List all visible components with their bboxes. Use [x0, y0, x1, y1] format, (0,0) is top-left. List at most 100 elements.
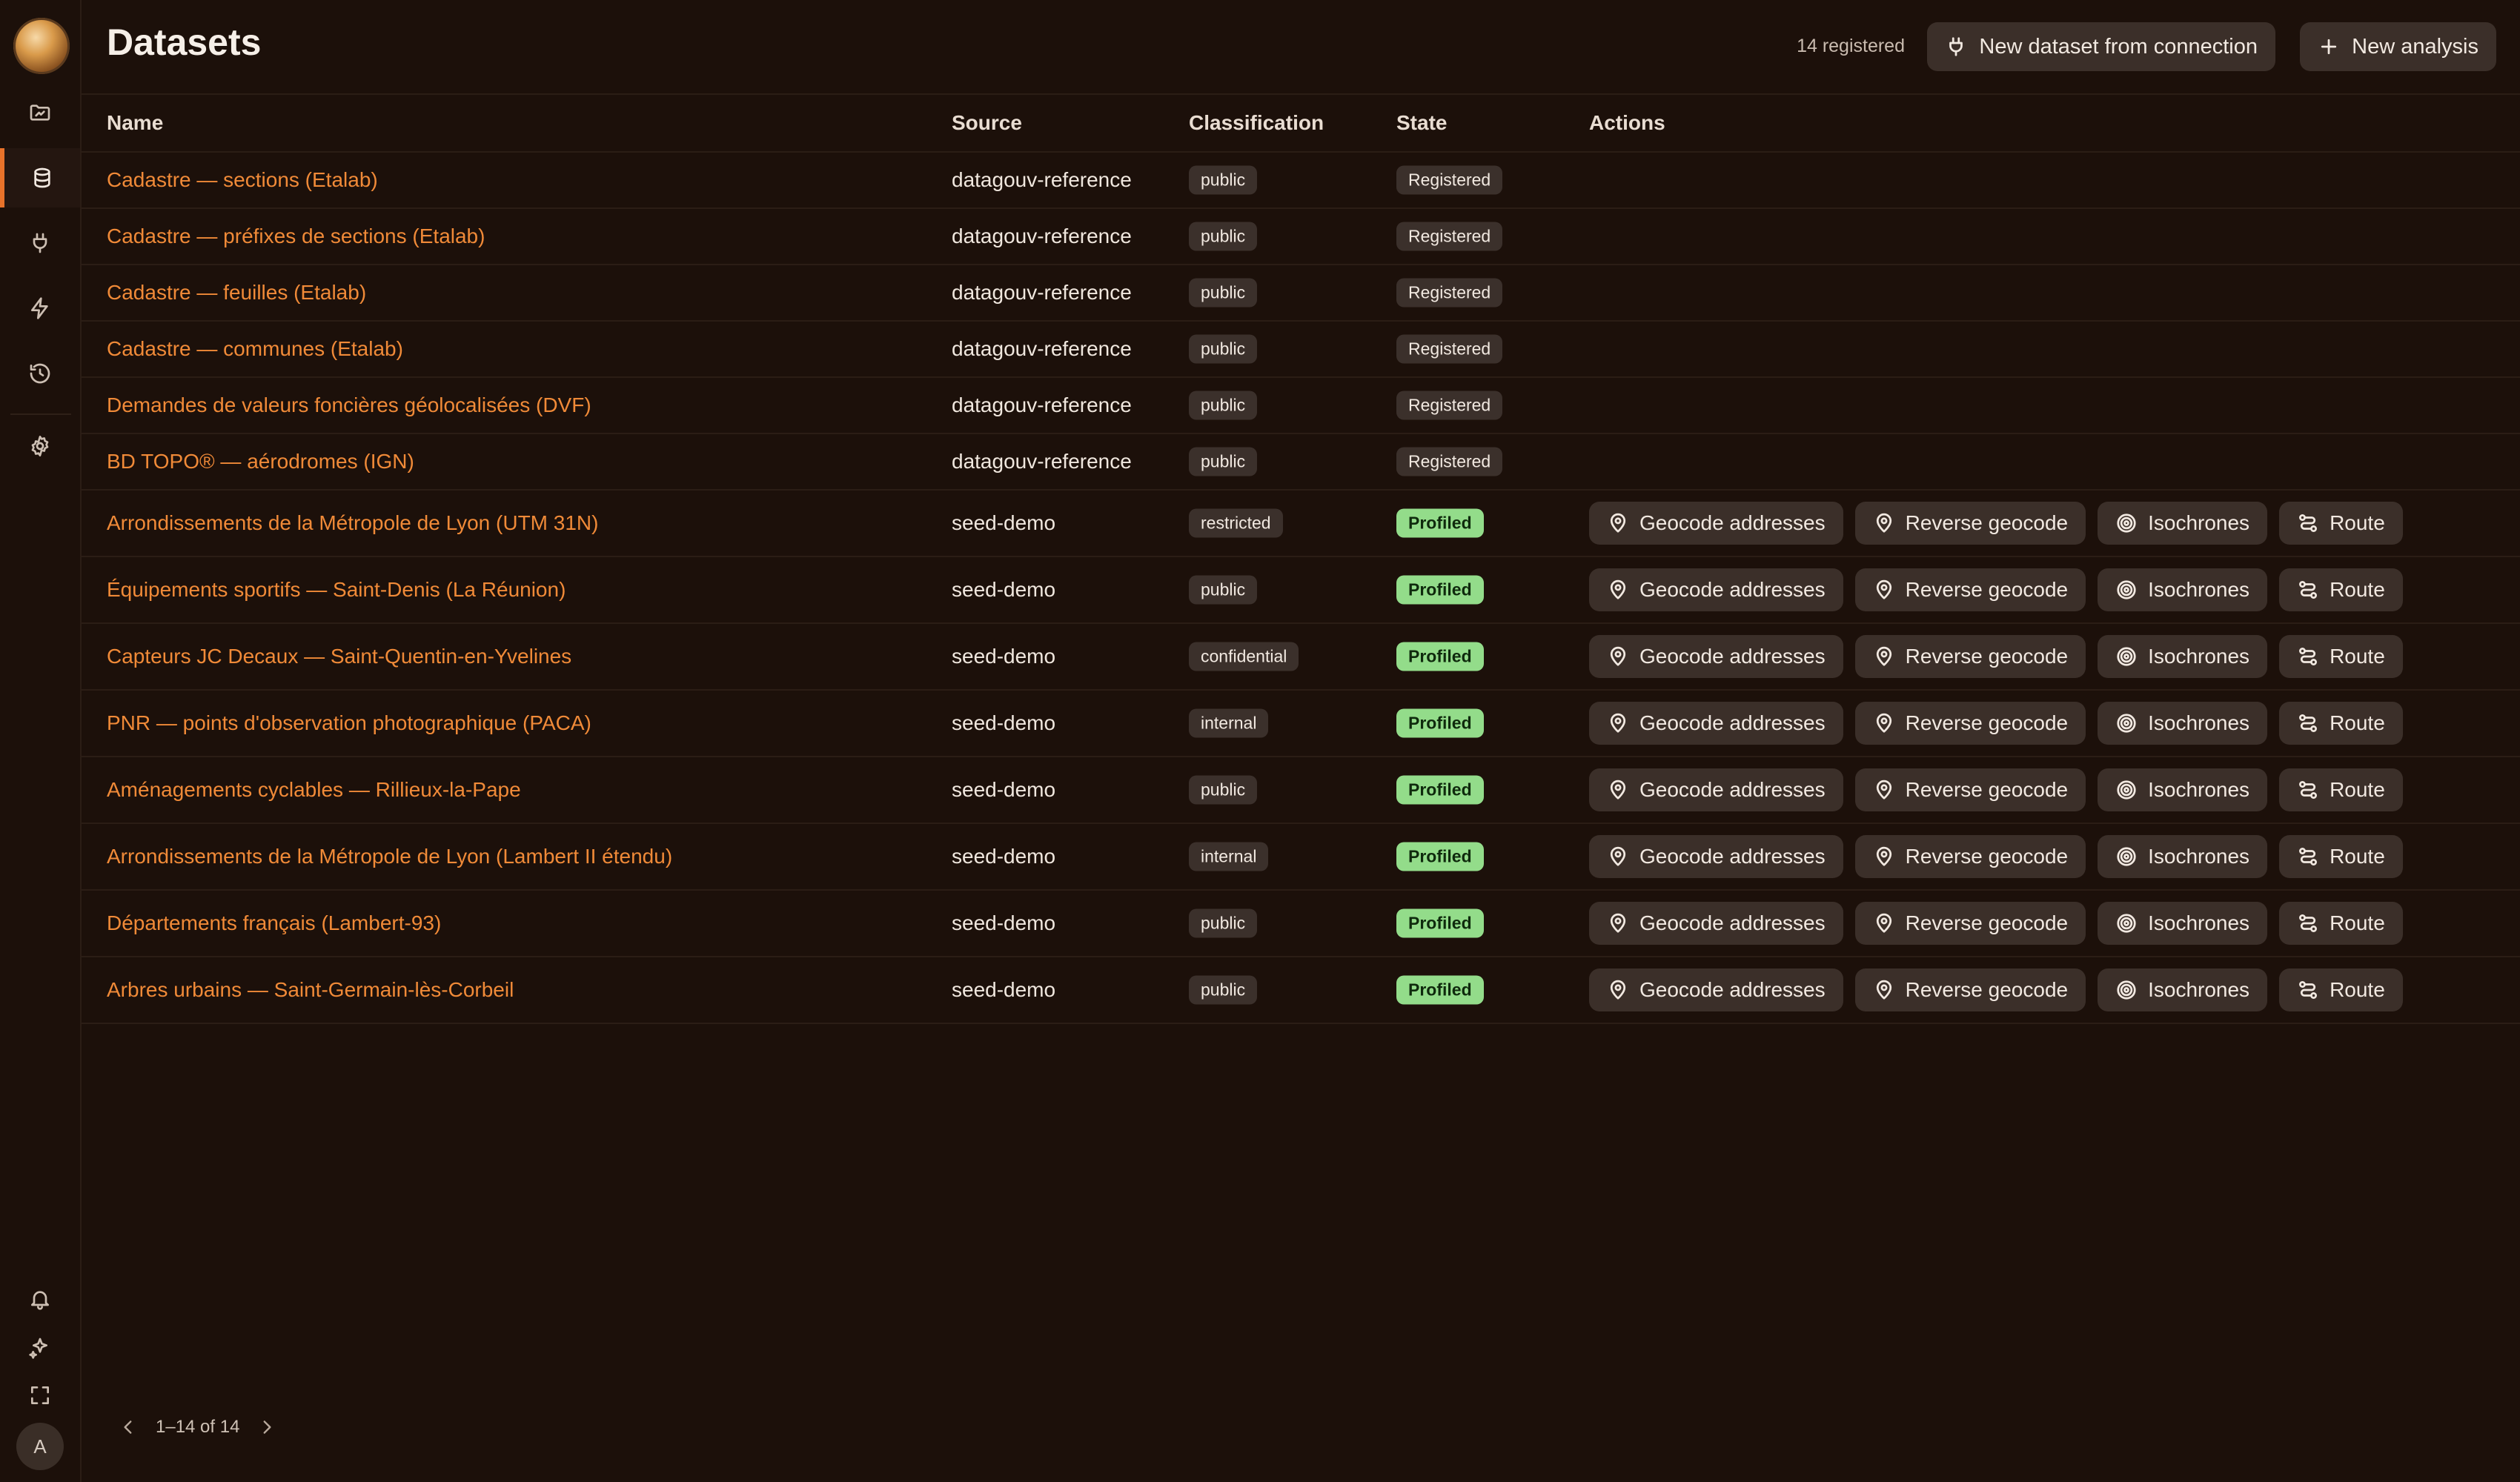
reverse-geocode-button[interactable]: Reverse geocode [1854, 968, 2086, 1011]
dataset-name-link[interactable]: Arrondissements de la Métropole de Lyon … [107, 845, 672, 868]
isochrone-icon [2117, 514, 2136, 533]
reverse-geocode-button[interactable]: Reverse geocode [1854, 835, 2086, 878]
route-button[interactable]: Route [2279, 835, 2403, 878]
geocode-addresses-button[interactable]: Geocode addresses [1589, 635, 1843, 678]
geocode-addresses-button[interactable]: Geocode addresses [1589, 702, 1843, 745]
notifications-button[interactable] [0, 1272, 80, 1326]
chevron-left-icon[interactable] [119, 1418, 138, 1437]
reverse-geocode-button[interactable]: Reverse geocode [1854, 568, 2086, 611]
route-button[interactable]: Route [2279, 502, 2403, 545]
database-icon [34, 167, 50, 188]
route-button[interactable]: Route [2279, 635, 2403, 678]
assistant-button[interactable] [0, 1320, 80, 1375]
app-logo[interactable] [13, 18, 70, 74]
fullscreen-button[interactable] [0, 1368, 80, 1423]
column-header-source[interactable]: Source [952, 111, 1022, 135]
plug-icon [33, 233, 47, 253]
column-header-classification[interactable]: Classification [1189, 111, 1324, 135]
geocode-addresses-button[interactable]: Geocode addresses [1589, 968, 1843, 1011]
reverse-geocode-button[interactable]: Reverse geocode [1854, 902, 2086, 945]
route-icon [2299, 514, 2318, 532]
geocode-addresses-button[interactable]: Geocode addresses [1589, 835, 1843, 878]
isochrones-button[interactable]: Isochrones [2098, 635, 2268, 678]
dataset-name-link[interactable]: Équipements sportifs — Saint-Denis (La R… [107, 578, 566, 602]
dataset-name-link[interactable]: Demandes de valeurs foncières géolocalis… [107, 393, 591, 417]
table-row: Arbres urbains — Saint-Germain-lès-Corbe… [82, 957, 2520, 1024]
dataset-name-link[interactable]: Arrondissements de la Métropole de Lyon … [107, 511, 598, 535]
isochrones-button[interactable]: Isochrones [2098, 568, 2268, 611]
row-actions: Geocode addresses Reverse geocode Isochron… [1589, 502, 2403, 545]
column-header-state[interactable]: State [1396, 111, 1447, 135]
dataset-name-link[interactable]: Aménagements cyclables — Rillieux-la-Pap… [107, 778, 521, 802]
geocode-addresses-button[interactable]: Geocode addresses [1589, 902, 1843, 945]
avatar[interactable]: A [16, 1423, 64, 1470]
dataset-name-link[interactable]: Cadastre — feuilles (Etalab) [107, 281, 366, 305]
new-dataset-from-connection-button[interactable]: New dataset from connection [1927, 22, 2275, 71]
pagination-range: 1–14 of 14 [156, 1417, 240, 1437]
reverse-geocode-button[interactable]: Reverse geocode [1854, 768, 2086, 811]
classification-badge: public [1189, 775, 1258, 805]
route-button[interactable]: Route [2279, 568, 2403, 611]
map-pin-icon [1610, 913, 1626, 933]
nav-connections[interactable] [0, 213, 80, 273]
dataset-name-link[interactable]: BD TOPO® — aérodromes (IGN) [107, 450, 414, 473]
nav-history[interactable] [0, 344, 80, 403]
geocode-addresses-button[interactable]: Geocode addresses [1589, 768, 1843, 811]
isochrone-icon [2117, 914, 2136, 933]
state-badge: Profiled [1396, 575, 1484, 605]
geocode-addresses-button[interactable]: Geocode addresses [1589, 568, 1843, 611]
classification-cell: public [1189, 975, 1258, 1005]
route-icon [2299, 848, 2318, 865]
route-icon [2299, 714, 2318, 732]
reverse-geocode-button[interactable]: Reverse geocode [1854, 702, 2086, 745]
column-header-name[interactable]: Name [107, 111, 163, 135]
dataset-name-link[interactable]: Cadastre — préfixes de sections (Etalab) [107, 225, 485, 248]
route-button[interactable]: Route [2279, 902, 2403, 945]
dataset-name-link[interactable]: Cadastre — sections (Etalab) [107, 168, 378, 192]
reverse-geocode-button[interactable]: Reverse geocode [1854, 635, 2086, 678]
classification-badge: restricted [1189, 508, 1283, 538]
map-pin-icon [1610, 780, 1626, 800]
new-analysis-button[interactable]: New analysis [2300, 22, 2496, 71]
isochrones-button[interactable]: Isochrones [2098, 835, 2268, 878]
dataset-name-link[interactable]: Départements français (Lambert-93) [107, 911, 441, 935]
route-button[interactable]: Route [2279, 968, 2403, 1011]
map-pin-icon [1876, 579, 1891, 599]
reverse-geocode-button[interactable]: Reverse geocode [1854, 502, 2086, 545]
isochrones-button[interactable]: Isochrones [2098, 902, 2268, 945]
dataset-name-link[interactable]: PNR — points d'observation photographiqu… [107, 711, 591, 735]
row-actions: Geocode addresses Reverse geocode Isochron… [1589, 635, 2403, 678]
dataset-name-link[interactable]: Cadastre — communes (Etalab) [107, 337, 403, 361]
datasets-table: Name Source Classification State Actions… [82, 95, 2520, 1024]
dataset-name-link[interactable]: Capteurs JC Decaux — Saint-Quentin-en-Yv… [107, 645, 571, 668]
action-label: Isochrones [2148, 711, 2250, 734]
action-label: Route [2330, 511, 2385, 534]
isochrone-icon [2117, 647, 2136, 666]
chevron-right-icon[interactable] [257, 1418, 276, 1437]
state-cell: Registered [1396, 334, 1503, 364]
isochrones-button[interactable]: Isochrones [2098, 968, 2268, 1011]
state-cell: Registered [1396, 165, 1503, 195]
classification-cell: public [1189, 334, 1258, 364]
table-row: Cadastre — communes (Etalab) datagouv-ref… [82, 322, 2520, 378]
dataset-name-link[interactable]: Arbres urbains — Saint-Germain-lès-Corbe… [107, 978, 514, 1002]
nav-settings[interactable] [0, 416, 80, 476]
nav-projects[interactable] [0, 83, 80, 142]
action-label: Route [2330, 645, 2385, 668]
nav-actions[interactable] [0, 279, 80, 338]
action-label: Geocode addresses [1639, 578, 1826, 601]
route-button[interactable]: Route [2279, 702, 2403, 745]
action-label: Route [2330, 578, 2385, 601]
state-cell: Profiled [1396, 975, 1484, 1005]
geocode-addresses-button[interactable]: Geocode addresses [1589, 502, 1843, 545]
isochrones-button[interactable]: Isochrones [2098, 768, 2268, 811]
row-actions: Geocode addresses Reverse geocode Isochron… [1589, 702, 2403, 745]
new-dataset-label: New dataset from connection [1979, 34, 2258, 59]
isochrones-button[interactable]: Isochrones [2098, 702, 2268, 745]
isochrones-button[interactable]: Isochrones [2098, 502, 2268, 545]
history-icon [30, 363, 50, 384]
new-analysis-label: New analysis [2352, 34, 2478, 59]
map-pin-icon [1610, 513, 1626, 533]
route-button[interactable]: Route [2279, 768, 2403, 811]
nav-datasets[interactable] [0, 148, 80, 207]
